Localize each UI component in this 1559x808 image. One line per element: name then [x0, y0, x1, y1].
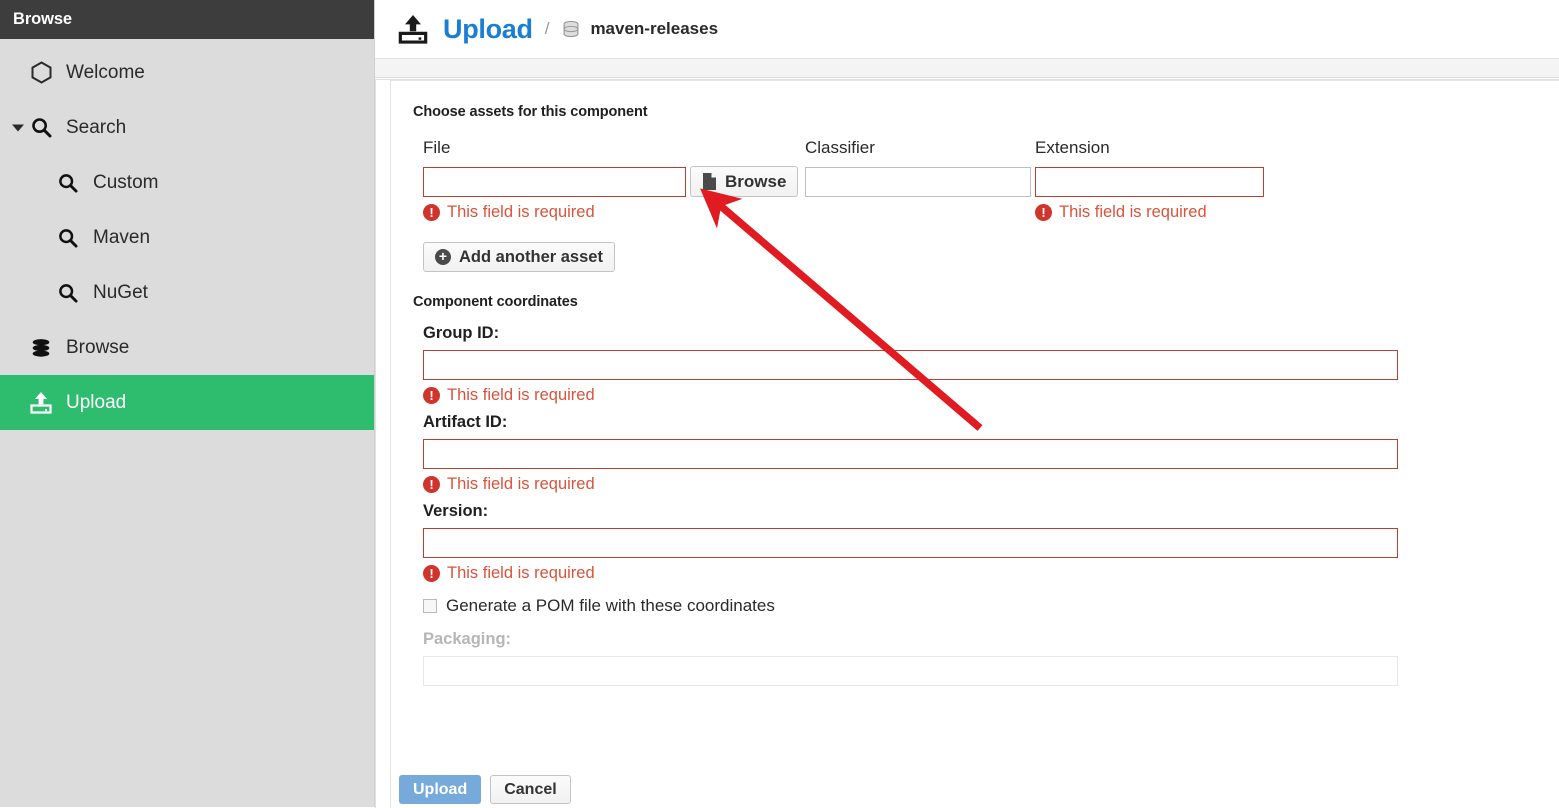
- sidebar-item-welcome[interactable]: Welcome: [0, 45, 374, 100]
- error-text: This field is required: [447, 386, 595, 404]
- error-icon: !: [423, 476, 440, 493]
- error-text: This field is required: [447, 564, 595, 582]
- hexagon-icon: [28, 61, 54, 84]
- sidebar-item-browse[interactable]: Browse: [0, 320, 374, 375]
- generate-pom-checkbox[interactable]: [423, 599, 437, 613]
- generate-pom-row[interactable]: Generate a POM file with these coordinat…: [423, 596, 1559, 616]
- sidebar-item-label: NuGet: [93, 282, 148, 303]
- classifier-input[interactable]: [805, 167, 1031, 197]
- sidebar-header-title: Browse: [0, 0, 374, 39]
- version-field-group: Version: ! This field is required: [423, 502, 1559, 583]
- artifact-id-field-group: Artifact ID: ! This field is required: [423, 413, 1559, 494]
- group-id-input[interactable]: [423, 350, 1398, 380]
- error-icon: !: [423, 565, 440, 582]
- sidebar-item-label: Search: [66, 117, 127, 138]
- chevron-down-icon[interactable]: [12, 124, 24, 131]
- packaging-input: [423, 656, 1398, 686]
- plus-circle-icon: +: [435, 249, 451, 265]
- version-error-message: ! This field is required: [423, 564, 1559, 583]
- add-another-asset-button[interactable]: + Add another asset: [423, 242, 615, 272]
- content-area: Upload / maven-releases Choose assets fo…: [375, 0, 1559, 808]
- file-icon: [702, 172, 717, 191]
- error-text: This field is required: [447, 203, 595, 221]
- sidebar-item-maven[interactable]: Maven: [0, 210, 374, 265]
- packaging-label: Packaging:: [423, 630, 512, 648]
- breadcrumb-repository[interactable]: maven-releases: [590, 19, 718, 39]
- search-icon: [28, 117, 54, 138]
- upload-icon: [397, 13, 429, 45]
- artifact-id-input[interactable]: [423, 439, 1398, 469]
- file-field-group: File ! This field is required: [423, 138, 688, 222]
- coordinates-section-title: Component coordinates: [413, 294, 578, 310]
- search-icon: [55, 283, 81, 303]
- packaging-field-group: Packaging:: [423, 630, 1559, 686]
- group-id-field-group: Group ID: ! This field is required: [423, 324, 1559, 405]
- upload-button-label: Upload: [413, 780, 468, 798]
- artifact-id-error-message: ! This field is required: [423, 475, 1559, 494]
- sidebar-item-label: Custom: [93, 172, 159, 193]
- upload-panel-outer: Choose assets for this component File ! …: [375, 79, 1559, 808]
- sidebar-item-label: Upload: [66, 392, 127, 413]
- error-icon: !: [1035, 204, 1052, 221]
- add-asset-label: Add another asset: [459, 247, 603, 266]
- artifact-id-label: Artifact ID:: [423, 413, 508, 431]
- header-divider-strip: [375, 58, 1559, 78]
- group-id-error-message: ! This field is required: [423, 386, 1559, 405]
- search-icon: [55, 173, 81, 193]
- sidebar-item-label: Maven: [93, 227, 151, 248]
- sidebar-item-upload[interactable]: Upload: [0, 375, 374, 430]
- classifier-field-group: Classifier: [805, 138, 1031, 197]
- classifier-label: Classifier: [805, 138, 875, 157]
- group-id-label: Group ID:: [423, 324, 500, 342]
- browse-button-label: Browse: [725, 171, 787, 191]
- error-text: This field is required: [1059, 203, 1207, 221]
- asset-row: File ! This field is required Browse Cla…: [413, 138, 1559, 234]
- file-error-message: ! This field is required: [423, 203, 688, 222]
- file-label: File: [423, 138, 451, 157]
- extension-error-message: ! This field is required: [1035, 203, 1265, 222]
- cancel-button-label: Cancel: [504, 780, 557, 798]
- upload-icon: [28, 391, 54, 414]
- extension-input[interactable]: [1035, 167, 1264, 197]
- extension-label: Extension: [1035, 138, 1110, 157]
- upload-form-panel: Choose assets for this component File ! …: [390, 80, 1559, 808]
- sidebar-item-custom[interactable]: Custom: [0, 155, 374, 210]
- search-icon: [55, 228, 81, 248]
- assets-section-title: Choose assets for this component: [413, 104, 648, 120]
- error-icon: !: [423, 387, 440, 404]
- form-actions: Upload Cancel: [399, 775, 571, 804]
- generate-pom-label: Generate a POM file with these coordinat…: [446, 596, 775, 615]
- browse-button[interactable]: Browse: [690, 166, 799, 197]
- database-icon: [561, 19, 581, 39]
- file-input[interactable]: [423, 167, 686, 197]
- version-label: Version:: [423, 502, 489, 520]
- upload-submit-button[interactable]: Upload: [399, 775, 482, 804]
- sidebar-item-nuget[interactable]: NuGet: [0, 265, 374, 320]
- database-icon: [28, 337, 54, 359]
- sidebar-item-search[interactable]: Search: [0, 100, 374, 155]
- sidebar-item-label: Welcome: [66, 62, 145, 83]
- cancel-button[interactable]: Cancel: [490, 775, 571, 804]
- breadcrumb-separator: /: [544, 19, 550, 38]
- error-icon: !: [423, 204, 440, 221]
- page-header: Upload / maven-releases: [375, 0, 1559, 58]
- page-title[interactable]: Upload: [443, 14, 533, 45]
- error-text: This field is required: [447, 475, 595, 493]
- sidebar-item-label: Browse: [66, 337, 130, 358]
- extension-field-group: Extension ! This field is required: [1035, 138, 1265, 222]
- version-input[interactable]: [423, 528, 1398, 558]
- sidebar: Browse Welcome Search Custom Maven NuGet…: [0, 0, 375, 807]
- sidebar-nav-list: Welcome Search Custom Maven NuGet Browse…: [0, 39, 374, 430]
